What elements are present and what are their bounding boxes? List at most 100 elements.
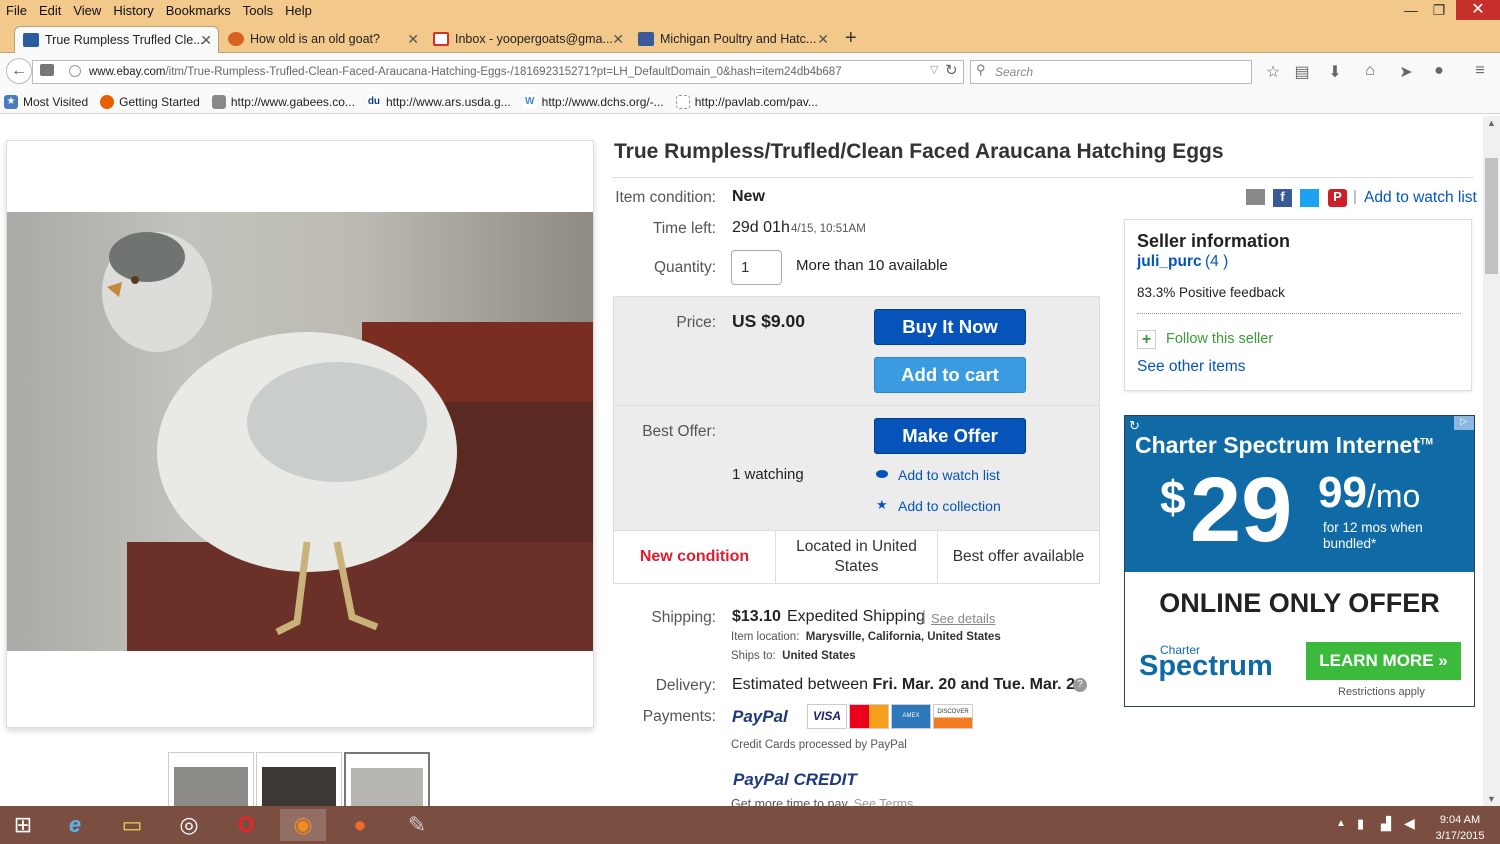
- reload-icon[interactable]: ↻: [945, 61, 958, 79]
- tray-arrow-icon[interactable]: ▲: [1336, 818, 1346, 829]
- bookmark-pavlab[interactable]: http://pavlab.com/pav...: [672, 90, 826, 113]
- best-offer-label: Best Offer:: [642, 423, 716, 440]
- close-tab-icon[interactable]: ✕: [200, 27, 212, 53]
- signal-icon[interactable]: ▟: [1381, 816, 1391, 832]
- close-window-button[interactable]: ✕: [1456, 0, 1500, 20]
- menu-help[interactable]: Help: [279, 0, 318, 22]
- ad-offer: ONLINE ONLY OFFER: [1159, 588, 1440, 618]
- ad-headline: Charter Spectrum InternetTM: [1135, 432, 1433, 459]
- goat-tab-icon: [228, 32, 244, 46]
- make-offer-button[interactable]: Make Offer: [874, 418, 1026, 454]
- network-device-icon[interactable]: ▮: [1357, 816, 1364, 832]
- page-grid-icon[interactable]: [40, 64, 54, 76]
- maximize-button[interactable]: ❐: [1422, 0, 1456, 20]
- feature-location: Located in United States: [776, 531, 938, 583]
- chat-icon[interactable]: ●: [1428, 62, 1450, 80]
- new-tab-button[interactable]: +: [845, 27, 857, 50]
- dropdown-arrow-icon[interactable]: ▽: [930, 63, 938, 76]
- search-input[interactable]: Search: [970, 60, 1252, 84]
- globe-icon[interactable]: [69, 65, 81, 77]
- seller-score-link[interactable]: (4 ): [1205, 253, 1228, 271]
- menu-history[interactable]: History: [107, 0, 159, 22]
- see-other-items-link[interactable]: See other items: [1137, 358, 1246, 376]
- close-tab-icon[interactable]: ✕: [817, 26, 829, 52]
- ships-to-label: Ships to:: [731, 650, 776, 662]
- discover-card-icon: DISCOVER: [933, 704, 973, 729]
- volume-icon[interactable]: ◀: [1404, 815, 1415, 832]
- opera-icon[interactable]: O: [223, 809, 269, 841]
- payments-label: Payments:: [642, 708, 716, 725]
- tab-facebook[interactable]: Michigan Poultry and Hatc... ✕: [630, 26, 835, 53]
- reading-list-icon[interactable]: ▤: [1291, 62, 1313, 82]
- delivery-dates: Fri. Mar. 20 and Tue. Mar. 24: [872, 676, 1084, 693]
- hamburger-menu-icon[interactable]: ≡: [1469, 62, 1491, 80]
- time-left-end: 4/15, 10:51AM: [791, 223, 866, 235]
- learn-more-button[interactable]: LEARN MORE »: [1306, 642, 1461, 680]
- close-tab-icon[interactable]: ✕: [407, 26, 419, 52]
- menu-view[interactable]: View: [67, 0, 107, 22]
- url-path: /itm/True-Rumpless-Trufled-Clean-Faced-A…: [165, 66, 842, 78]
- buy-it-now-button[interactable]: Buy It Now: [874, 309, 1026, 345]
- bookmark-ars-usda[interactable]: du http://www.ars.usda.g...: [363, 90, 519, 113]
- tab-ebay-item[interactable]: True Rumpless Trufled Cle... ✕: [14, 26, 219, 53]
- ad-terms: for 12 mos when bundled*: [1323, 520, 1423, 551]
- help-icon[interactable]: ?: [1073, 678, 1087, 692]
- shipping-label: Shipping:: [651, 609, 716, 626]
- price-divider: [614, 405, 1099, 406]
- internet-explorer-icon[interactable]: e: [52, 809, 98, 841]
- add-to-collection-link[interactable]: Add to collection: [898, 498, 1001, 514]
- bookmark-dchs[interactable]: Whttp://www.dchs.org/-...: [519, 90, 672, 113]
- thumbnail-3[interactable]: [344, 752, 430, 810]
- email-share-icon[interactable]: [1246, 189, 1265, 205]
- twitter-share-icon[interactable]: [1300, 189, 1319, 207]
- scroll-up-icon[interactable]: ▲: [1487, 118, 1496, 128]
- close-tab-icon[interactable]: ✕: [612, 26, 624, 52]
- plus-icon[interactable]: +: [1137, 330, 1156, 349]
- add-to-watch-list-link[interactable]: Add to watch list: [898, 467, 1000, 483]
- scrollbar-thumb[interactable]: [1485, 158, 1498, 274]
- download-icon[interactable]: ⬇: [1324, 62, 1346, 82]
- bookmark-most-visited[interactable]: ★ Most Visited: [0, 90, 96, 113]
- shipping-method: Expedited Shipping: [787, 608, 925, 625]
- menu-bookmarks[interactable]: Bookmarks: [160, 0, 237, 22]
- send-icon[interactable]: ➤: [1395, 62, 1417, 82]
- windows-start-icon[interactable]: ⊞: [0, 809, 46, 841]
- seller-divider: [1137, 313, 1461, 314]
- scroll-down-icon[interactable]: ▼: [1487, 794, 1496, 804]
- card-logos: VISA MC AMEX DISCOVER: [807, 704, 973, 729]
- ad-cents: 99: [1318, 468, 1367, 517]
- file-explorer-icon[interactable]: ▭: [109, 809, 155, 841]
- quantity-input[interactable]: 1: [731, 250, 782, 285]
- back-button[interactable]: ←: [6, 58, 32, 84]
- product-photo[interactable]: [7, 212, 593, 652]
- url-bar[interactable]: www.ebay.com/itm/True-Rumpless-Trufled-C…: [32, 60, 964, 84]
- add-to-cart-button[interactable]: Add to cart: [874, 357, 1026, 393]
- seller-name-link[interactable]: juli_purc: [1137, 253, 1202, 271]
- tab-old-goat[interactable]: How old is an old goat? ✕: [220, 26, 425, 53]
- firefox-taskbar-icon[interactable]: ◉: [280, 809, 326, 841]
- thumbnail-2[interactable]: [256, 752, 342, 809]
- menu-tools[interactable]: Tools: [237, 0, 279, 22]
- media-icon[interactable]: ●: [337, 809, 383, 841]
- home-icon[interactable]: ⌂: [1359, 62, 1381, 80]
- ships-to-value: United States: [782, 650, 856, 662]
- clock[interactable]: 9:04 AM 3/17/2015: [1430, 812, 1490, 844]
- bookmark-getting-started[interactable]: Getting Started: [96, 90, 208, 113]
- menu-edit[interactable]: Edit: [33, 0, 67, 22]
- bookmark-star-icon[interactable]: ☆: [1262, 62, 1284, 82]
- see-details-link[interactable]: See details: [931, 611, 995, 626]
- adchoices-icon[interactable]: ▷: [1454, 416, 1474, 430]
- menu-file[interactable]: File: [0, 0, 33, 22]
- tab-gmail[interactable]: Inbox - yoopergoats@gma... ✕: [425, 26, 630, 53]
- usda-icon: du: [366, 94, 381, 109]
- facebook-share-icon[interactable]: f: [1273, 189, 1292, 207]
- pinterest-share-icon[interactable]: P: [1328, 189, 1347, 207]
- steam-icon[interactable]: ◎: [166, 809, 212, 841]
- thumbnail-1[interactable]: [168, 752, 254, 809]
- share-divider: |: [1353, 188, 1357, 205]
- top-watch-list-link[interactable]: Add to watch list: [1364, 189, 1477, 207]
- ad-trademark: TM: [1420, 436, 1434, 447]
- bookmark-gabees[interactable]: http://www.gabees.co...: [208, 90, 363, 113]
- follow-seller-link[interactable]: Follow this seller: [1166, 331, 1273, 347]
- paint-icon[interactable]: ✎: [394, 809, 440, 841]
